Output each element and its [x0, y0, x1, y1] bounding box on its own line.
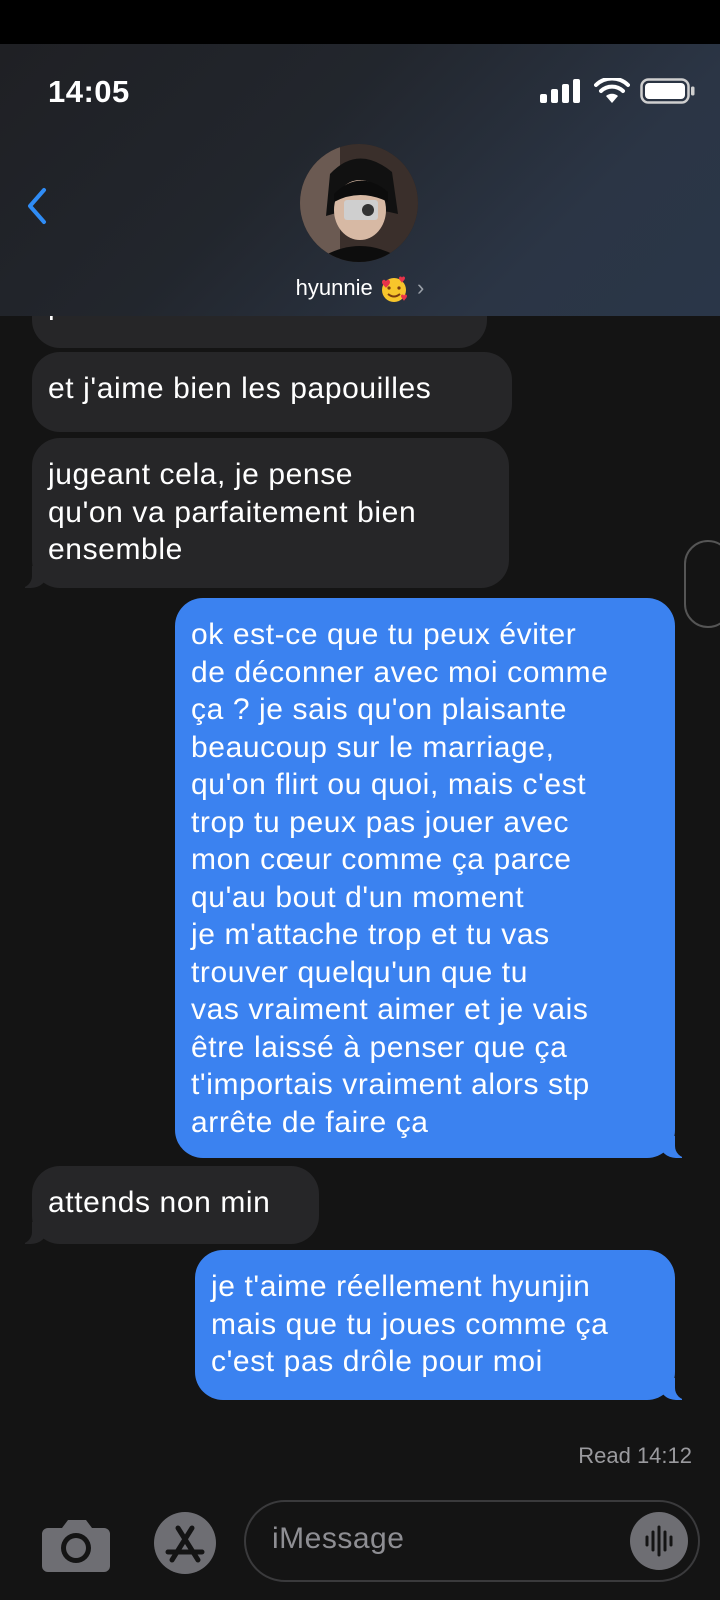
- message-bubble-sent[interactable]: je t'aime réellement hyunjin mais que tu…: [195, 1250, 691, 1400]
- chevron-right-icon: ›: [417, 274, 425, 300]
- status-time: 14:05: [48, 74, 130, 109]
- message-bubble-sent[interactable]: ok est-ce que tu peux éviter de déconner…: [175, 598, 691, 1158]
- avatar[interactable]: [300, 144, 418, 262]
- wifi-icon: [594, 78, 630, 103]
- app-store-icon[interactable]: [148, 1510, 222, 1576]
- message-bubble-received[interactable]: attends non min: [16, 1166, 319, 1244]
- message-bubble-received[interactable]: et j'aime bien les papouilles: [32, 352, 512, 432]
- chevron-left-icon[interactable]: [20, 184, 60, 228]
- assistive-touch-edge[interactable]: [684, 540, 720, 628]
- message-bubble-received[interactable]: jugeant cela, je pense qu'on va parfaite…: [16, 438, 509, 588]
- message-input[interactable]: iMessage: [244, 1500, 700, 1582]
- conversation-header: 14:05 hyunnie ›: [0, 44, 720, 316]
- camera-icon[interactable]: [40, 1516, 112, 1572]
- status-icons: [540, 78, 696, 104]
- message-input-placeholder: iMessage: [272, 1522, 405, 1555]
- composer-bar: iMessage: [0, 1490, 720, 1600]
- contact-name: hyunnie: [295, 274, 373, 300]
- signal-icon: [540, 79, 580, 103]
- waveform-icon[interactable]: [630, 1512, 688, 1570]
- smiling-face-with-hearts-icon: [381, 276, 407, 302]
- contact-name-row[interactable]: hyunnie ›: [0, 274, 720, 304]
- read-receipt: Read 14:12: [578, 1443, 692, 1468]
- battery-icon: [640, 78, 695, 104]
